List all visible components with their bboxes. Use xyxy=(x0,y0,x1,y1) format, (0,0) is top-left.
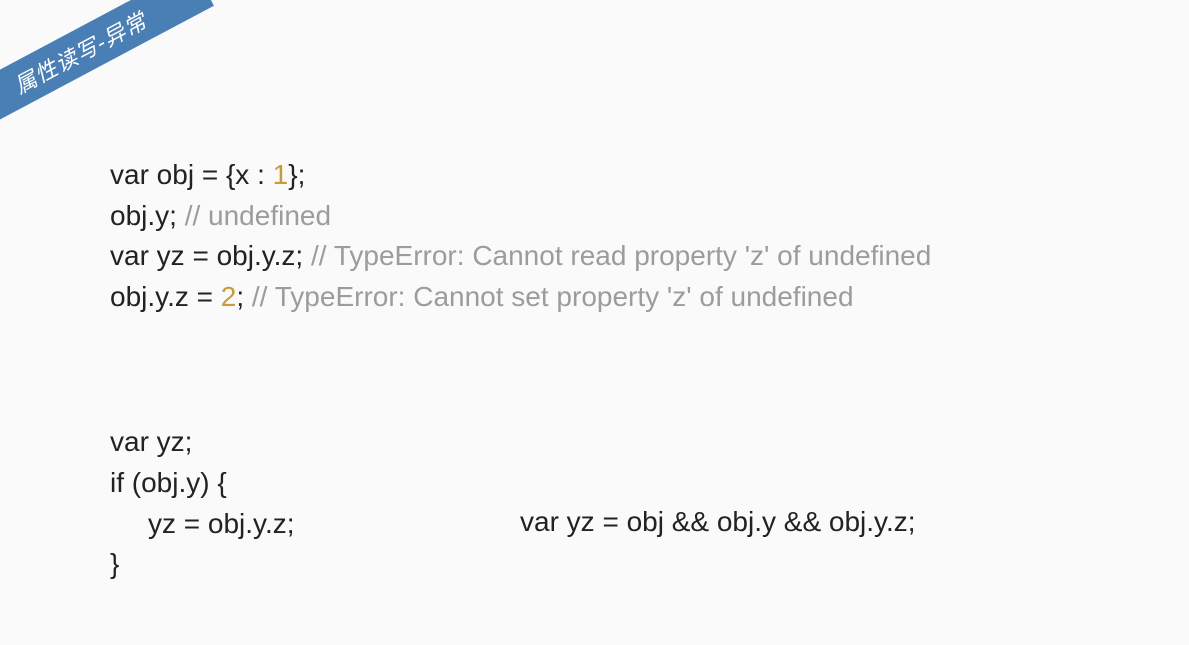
code-text: var yz = obj.y.z; xyxy=(110,240,311,271)
code-line-b2-2: if (obj.y) { xyxy=(110,463,1169,504)
code-text: }; xyxy=(288,159,305,190)
code-block-2: var yz; if (obj.y) { yz = obj.y.z; } var… xyxy=(110,422,1169,584)
code-text: var obj = {x : xyxy=(110,159,273,190)
code-line-2: obj.y; // undefined xyxy=(110,196,1169,237)
slide-content: var obj = {x : 1}; obj.y; // undefined v… xyxy=(110,155,1169,585)
ribbon-title: 属性读写-异常 xyxy=(10,8,151,99)
code-text: yz = obj.y.z; xyxy=(148,508,295,539)
code-text: if (obj.y) { xyxy=(110,467,227,498)
code-comment: // TypeError: Cannot read property 'z' o… xyxy=(311,240,931,271)
code-number: 1 xyxy=(273,159,289,190)
code-line-b2-1: var yz; xyxy=(110,422,1169,463)
code-text: } xyxy=(110,548,119,579)
code-line-1: var obj = {x : 1}; xyxy=(110,155,1169,196)
code-number: 2 xyxy=(221,281,237,312)
code-comment: // undefined xyxy=(185,200,331,231)
code-text: var yz = obj && obj.y && obj.y.z; xyxy=(520,506,916,537)
code-text: obj.y; xyxy=(110,200,185,231)
slide-ribbon: 属性读写-异常 xyxy=(0,0,214,137)
code-line-b2-4: } xyxy=(110,544,1169,585)
code-text: var yz; xyxy=(110,426,192,457)
code-comment: // TypeError: Cannot set property 'z' of… xyxy=(252,281,854,312)
code-line-3: var yz = obj.y.z; // TypeError: Cannot r… xyxy=(110,236,1169,277)
code-line-4: obj.y.z = 2; // TypeError: Cannot set pr… xyxy=(110,277,1169,318)
code-line-right: var yz = obj && obj.y && obj.y.z; xyxy=(520,506,916,538)
code-text: ; xyxy=(236,281,252,312)
code-text: obj.y.z = xyxy=(110,281,221,312)
